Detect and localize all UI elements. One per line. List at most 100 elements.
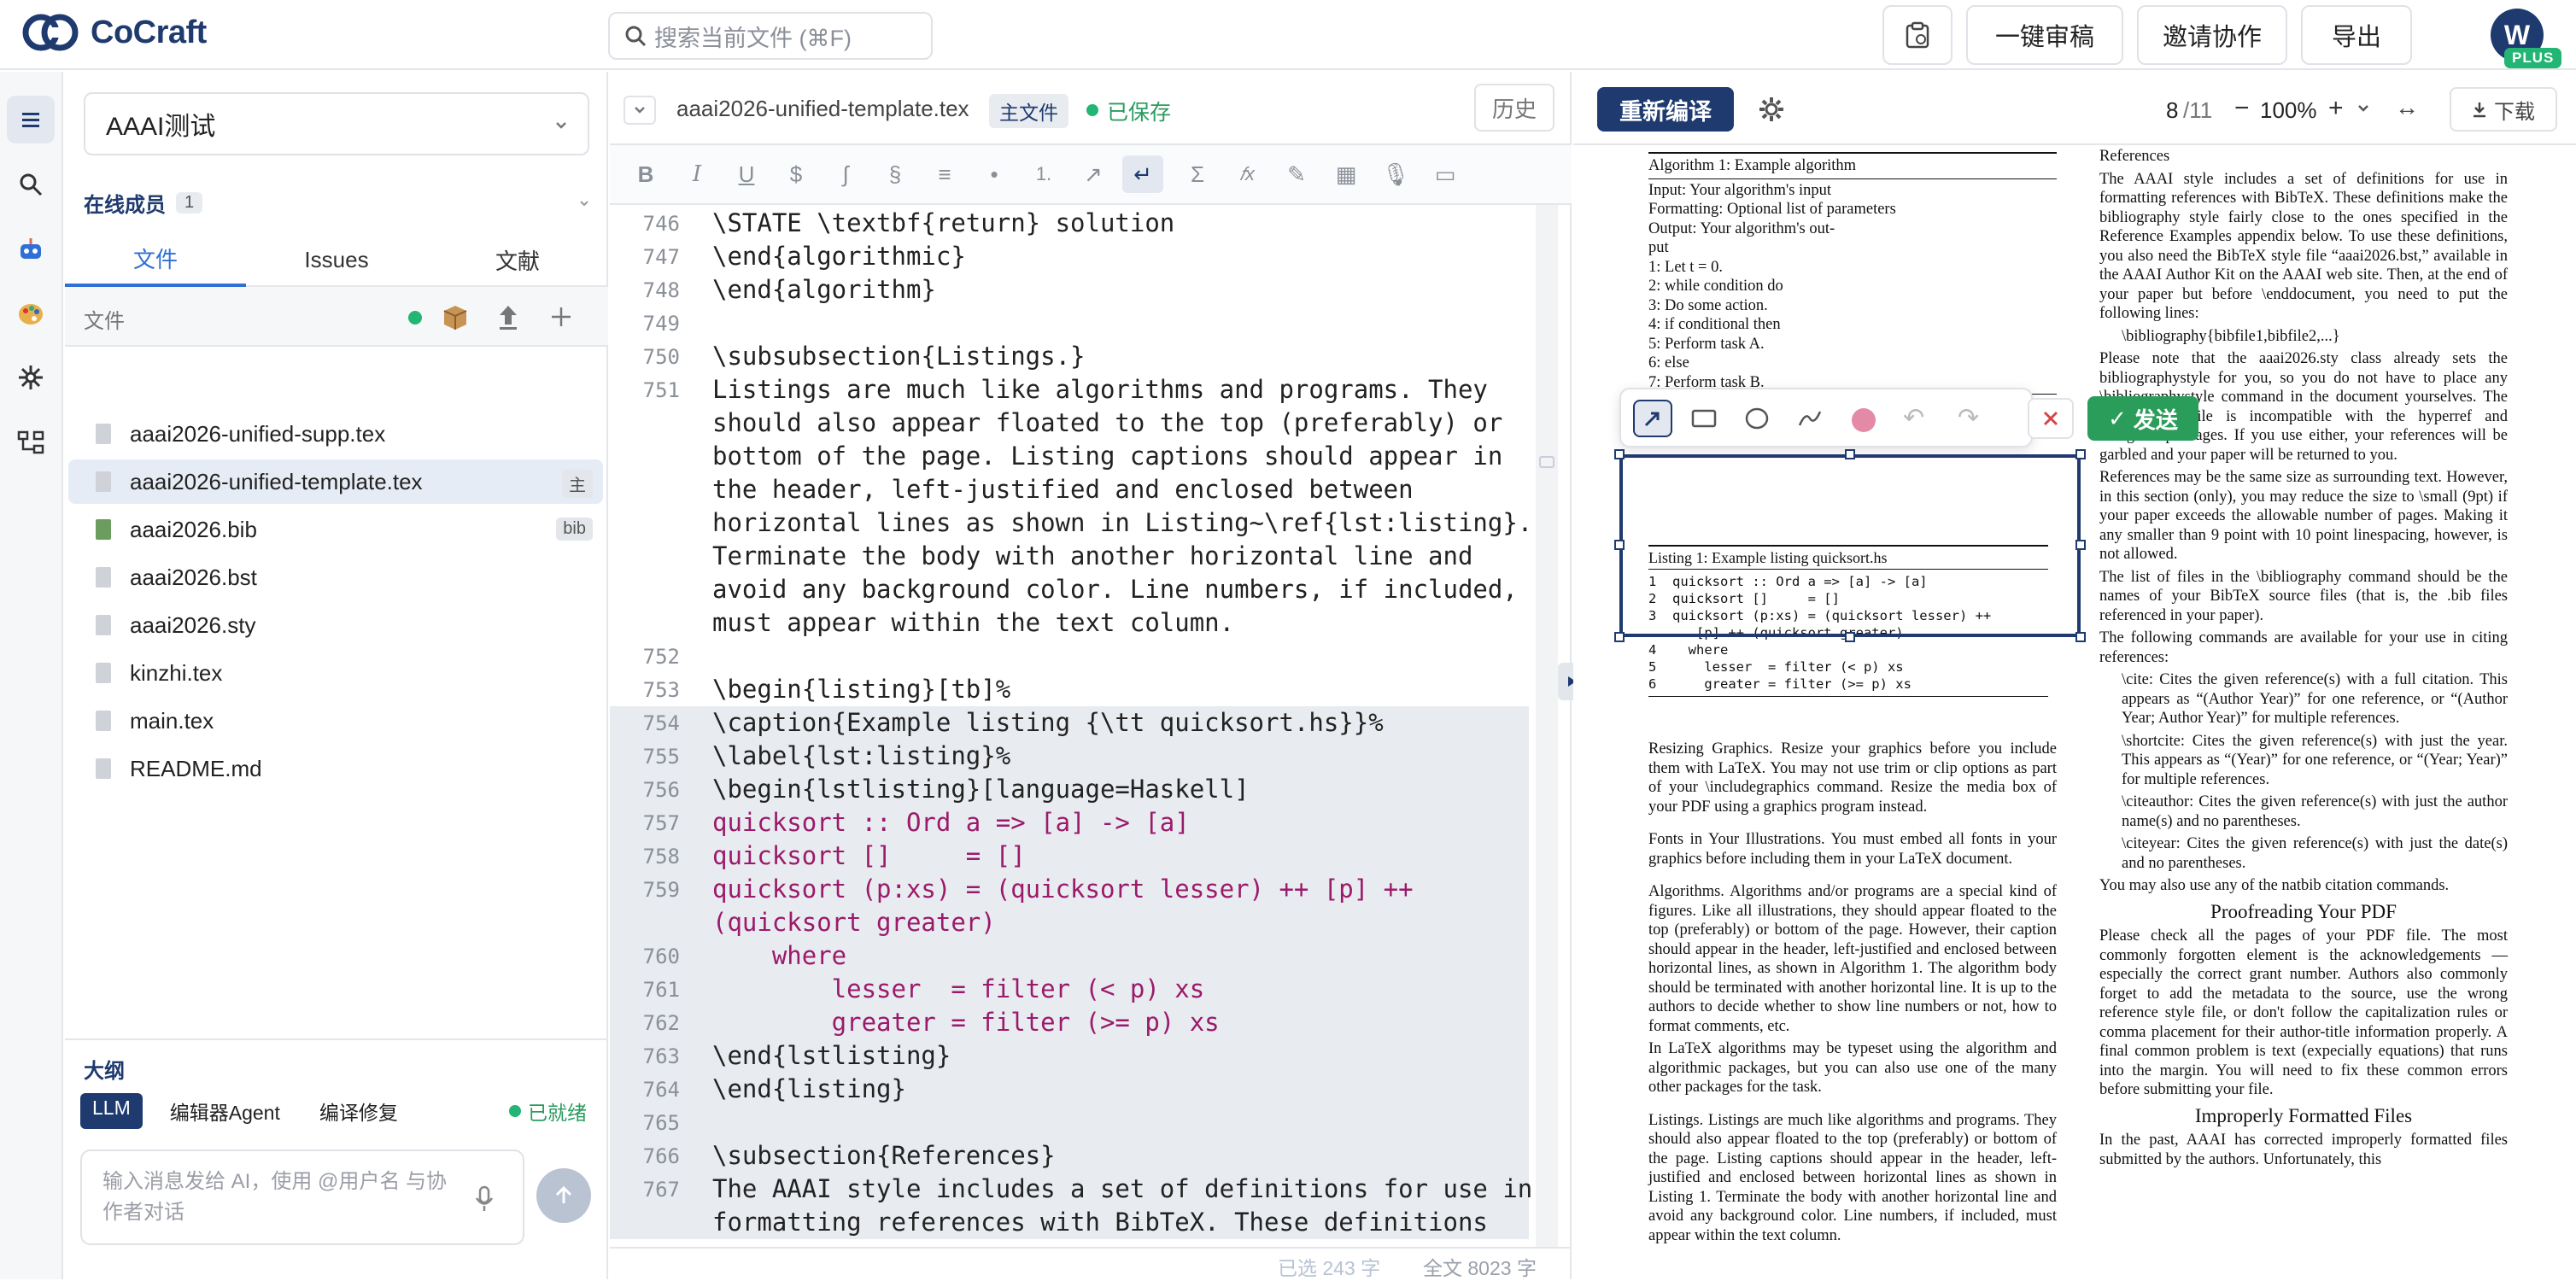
file-item[interactable]: aaai2026.bst (68, 555, 603, 600)
chat-tab-fix[interactable]: 编译修复 (307, 1093, 410, 1129)
sigma-icon[interactable]: Σ (1180, 155, 1215, 193)
zoom-in-icon[interactable]: + (2328, 94, 2344, 123)
pdf-paragraph: \citeyear: Cites the given reference(s) … (2122, 835, 2508, 872)
rail-tree[interactable] (7, 418, 55, 466)
zoom-out-icon[interactable]: − (2234, 94, 2250, 123)
rectangle-tool-icon[interactable] (1691, 408, 1717, 429)
file-item[interactable]: kinzhi.tex (68, 651, 603, 695)
editor-scrollbar[interactable] (1536, 205, 1558, 1247)
line-number: 748 (642, 278, 680, 302)
resize-handle[interactable] (2075, 449, 2086, 459)
arrow-tool-icon[interactable] (1633, 400, 1672, 437)
editor-filename: aaai2026-unified-template.tex (676, 96, 969, 121)
comment-icon[interactable]: ▭ (1428, 155, 1462, 193)
file-item[interactable]: aaai2026.sty (68, 603, 603, 647)
invite-button[interactable]: 邀请协作 (2137, 5, 2287, 65)
list-icon[interactable]: ≡ (928, 155, 962, 193)
table-icon[interactable]: ▦ (1329, 155, 1363, 193)
file-icon (96, 519, 111, 540)
resize-handle[interactable] (1845, 449, 1855, 459)
tab-references[interactable]: 文献 (427, 232, 608, 287)
pdf-paragraph: \bibliography{bibfile1,bibfile2,...} (2122, 327, 2340, 345)
section-icon[interactable]: § (878, 155, 912, 193)
chat-panel: LLM 编辑器Agent 编译修复 已就绪 输入消息发给 AI，使用 @用户名 … (65, 1038, 608, 1279)
package-icon[interactable] (441, 302, 470, 331)
file-name: aaai2026.bst (130, 564, 257, 590)
file-item[interactable]: aaai2026-unified-supp.tex (68, 412, 603, 456)
review-button[interactable]: 一键审稿 (1966, 5, 2123, 65)
collapse-icon[interactable] (579, 200, 589, 207)
redo-icon[interactable]: ↷ (1958, 403, 1979, 433)
page-number[interactable]: 8 (2166, 97, 2178, 124)
rail-spark[interactable] (7, 354, 55, 401)
logo[interactable]: CoCraft (20, 10, 207, 55)
chat-input[interactable]: 输入消息发给 AI，使用 @用户名 与协作者对话 (80, 1149, 524, 1245)
download-button[interactable]: 下载 (2450, 87, 2557, 132)
add-comment-icon[interactable] (1539, 456, 1554, 468)
link-icon[interactable]: ↗ (1076, 155, 1110, 193)
chat-tab-llm[interactable]: LLM (80, 1093, 143, 1129)
undo-icon[interactable]: ↶ (1903, 403, 1924, 433)
editor-header: aaai2026-unified-template.tex 主文件 已保存 历史 (610, 72, 1572, 145)
function-icon[interactable]: 𝑓x (1230, 155, 1264, 193)
fit-width-icon[interactable]: ↔ (2395, 94, 2419, 121)
bold-icon[interactable]: B (629, 155, 663, 193)
file-item[interactable]: aaai2026.bib bib (68, 507, 603, 552)
color-picker[interactable] (1852, 408, 1876, 432)
code-editor[interactable]: 746 \STATE \textbf{return} solution 747 \en… (610, 205, 1558, 1247)
project-select[interactable]: AAAI测试 (84, 92, 589, 155)
numbered-list-icon[interactable]: 1. (1027, 155, 1061, 193)
chat-tab-agent[interactable]: 编辑器Agent (158, 1093, 292, 1129)
file-item[interactable]: main.tex (68, 699, 603, 743)
history-button[interactable]: 历史 (1474, 84, 1554, 132)
search-input[interactable]: 搜索当前文件 (⌘F) (608, 12, 933, 60)
tab-issues[interactable]: Issues (246, 232, 427, 287)
file-icon (96, 663, 111, 683)
file-dropdown-button[interactable] (624, 96, 656, 125)
code-line: \end{algorithmic} (712, 242, 966, 271)
tab-files[interactable]: 文件 (65, 232, 246, 287)
italic-icon[interactable]: I (680, 155, 714, 193)
gear-icon[interactable] (1758, 96, 1785, 123)
resize-handle[interactable] (1845, 632, 1855, 642)
rail-files[interactable] (7, 96, 55, 143)
rail-robot[interactable] (7, 225, 55, 273)
rail-search[interactable] (7, 161, 55, 208)
recompile-button[interactable]: 重新编译 (1597, 87, 1734, 132)
pdf-paragraph: Resizing Graphics. Resize your graphics … (1648, 740, 2057, 816)
sync-status-dot (408, 311, 422, 325)
send-message-button[interactable] (536, 1168, 591, 1223)
chevron-down-icon[interactable] (2357, 104, 2369, 113)
integral-icon[interactable]: ∫ (828, 155, 863, 193)
microphone-icon[interactable] (475, 1185, 494, 1213)
upload-icon[interactable] (495, 302, 521, 331)
file-item[interactable]: README.md (68, 746, 603, 791)
freehand-tool-icon[interactable] (1797, 407, 1823, 430)
resize-handle[interactable] (2075, 632, 2086, 642)
code-line: where (712, 941, 847, 970)
microphone-icon[interactable]: 🎙 (1379, 155, 1413, 193)
rail-palette[interactable] (7, 290, 55, 338)
cancel-annotation-button[interactable] (2028, 398, 2074, 439)
selection-box[interactable] (1619, 454, 2081, 637)
code-line: (quicksort greater) (712, 908, 996, 937)
dollar-math-icon[interactable]: $ (779, 155, 813, 193)
resize-handle[interactable] (2075, 540, 2086, 550)
pen-icon[interactable]: ✎ (1279, 155, 1314, 193)
members-header[interactable]: 在线成员 1 (84, 188, 203, 218)
pdf-page[interactable]: Algorithm 1: Example algorithm Input: Yo… (1573, 147, 2564, 1279)
resize-handle[interactable] (1614, 632, 1625, 642)
bullet-icon[interactable]: • (977, 155, 1011, 193)
clipboard-button[interactable] (1882, 5, 1952, 65)
pdf-pane: 重新编译 8 /11 − 100% + ↔ 下载 Algorithm 1: Ex… (1573, 72, 2576, 1279)
export-button[interactable]: 导出 (2301, 5, 2412, 65)
wrap-icon[interactable]: ↵ (1122, 155, 1163, 193)
ellipse-tool-icon[interactable] (1744, 407, 1770, 430)
resize-handle[interactable] (1614, 449, 1625, 459)
send-annotation-button[interactable]: ✓ 发送 (2087, 396, 2198, 441)
add-icon[interactable] (548, 304, 574, 330)
underline-icon[interactable]: U (729, 155, 764, 193)
resize-handle[interactable] (1614, 540, 1625, 550)
file-item[interactable]: aaai2026-unified-template.tex 主 (68, 459, 603, 504)
code-line: \end{algorithm} (712, 275, 936, 304)
